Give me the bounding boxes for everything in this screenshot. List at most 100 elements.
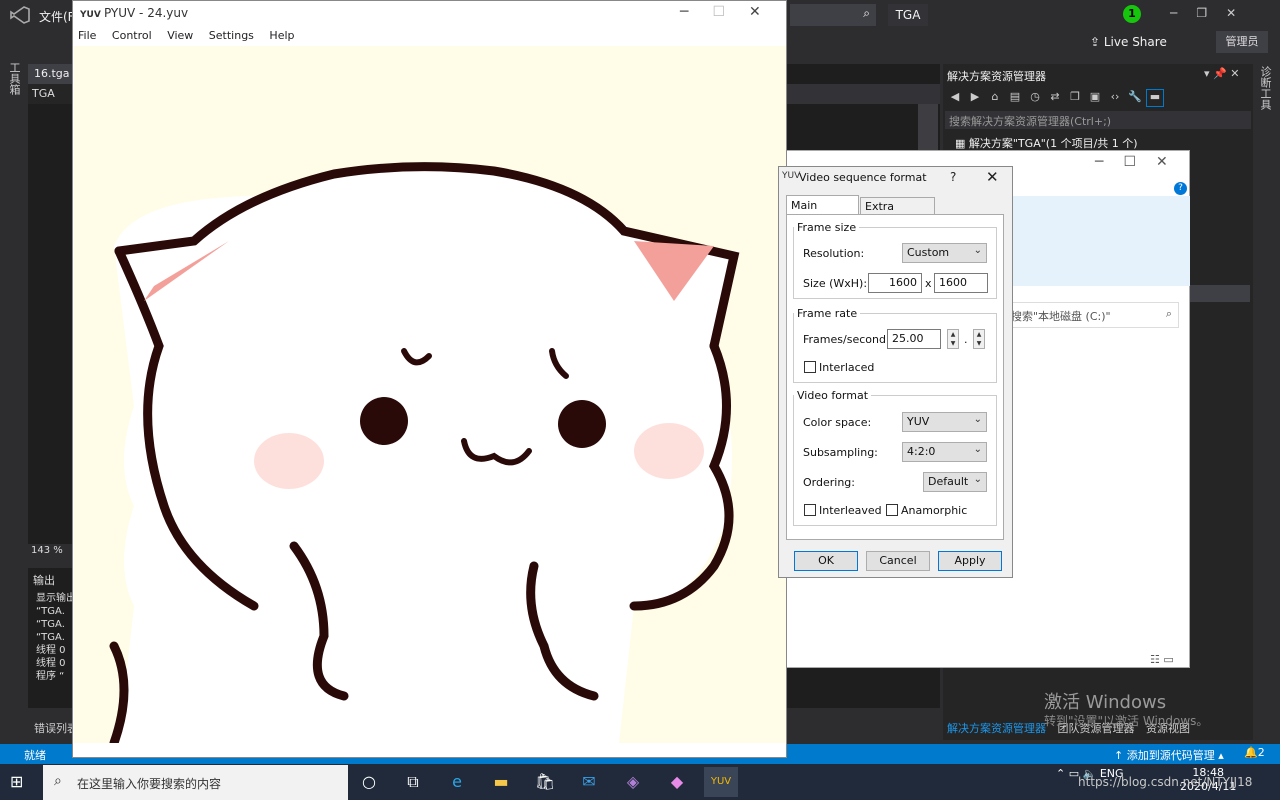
close-icon[interactable]: ✕: [1226, 6, 1236, 20]
resolution-label: Resolution:: [803, 247, 865, 260]
width-input[interactable]: 1600: [868, 273, 922, 293]
forward-icon[interactable]: ▶: [966, 90, 984, 108]
frame-rate-legend: Frame rate: [797, 307, 858, 320]
paint-3d-icon[interactable]: ◆: [660, 767, 694, 797]
fps-input[interactable]: 25.00: [887, 329, 941, 349]
cancel-button[interactable]: Cancel: [866, 551, 930, 571]
search-icon: ⌕: [54, 773, 62, 789]
yuv-player-icon[interactable]: YUV: [704, 767, 738, 797]
task-view-icon[interactable]: ⧉: [396, 767, 430, 797]
live-share-button[interactable]: ⇪ Live Share: [1090, 35, 1167, 49]
size-separator: x: [925, 277, 932, 290]
output-line: “TGA.: [36, 619, 65, 630]
height-input[interactable]: 1600: [934, 273, 988, 293]
color-space-select[interactable]: YUV ⌄: [902, 412, 987, 432]
dialog-help-button[interactable]: ?: [950, 170, 956, 184]
output-line: “TGA.: [36, 606, 65, 617]
menu-view[interactable]: View: [167, 29, 193, 42]
tiles-view-icon[interactable]: ▭: [1163, 653, 1173, 666]
interleaved-checkbox[interactable]: [804, 504, 816, 516]
history-icon[interactable]: ◷: [1026, 90, 1044, 108]
edge-icon[interactable]: e: [440, 767, 474, 797]
explorer-view-toggle: ☷ ▭: [1150, 653, 1174, 666]
home-icon[interactable]: ⌂: [986, 90, 1004, 108]
file-explorer-icon[interactable]: ▬: [484, 767, 518, 797]
interlaced-label: Interlaced: [819, 361, 875, 374]
solution-search-input[interactable]: 搜索解决方案资源管理器(Ctrl+;): [945, 111, 1251, 129]
pin-icon[interactable]: 📌: [1213, 67, 1227, 80]
resolution-select[interactable]: Custom ⌄: [902, 243, 987, 263]
output-line: 线程 0: [36, 658, 66, 669]
sync-icon[interactable]: ⇄: [1046, 90, 1064, 108]
subsampling-select[interactable]: 4:2:0 ⌄: [902, 442, 987, 462]
back-icon[interactable]: ◀: [946, 90, 964, 108]
menu-settings[interactable]: Settings: [209, 29, 254, 42]
zoom-level[interactable]: 143 %: [28, 545, 72, 561]
document-subtab[interactable]: TGA: [28, 84, 76, 104]
status-notifications[interactable]: 🔔2: [1244, 746, 1265, 759]
details-view-icon[interactable]: ☷: [1150, 653, 1160, 666]
code-icon[interactable]: ‹›: [1106, 90, 1124, 108]
solution-root-item[interactable]: ▦ 解决方案"TGA"(1 个项目/共 1 个): [955, 135, 1138, 151]
document-tab[interactable]: 16.tga: [28, 64, 76, 84]
ordering-select[interactable]: Default ⌄: [923, 472, 987, 492]
apply-button[interactable]: Apply: [938, 551, 1002, 571]
fps-spinner[interactable]: ▲ ▼: [947, 329, 959, 349]
close-icon[interactable]: ✕: [1156, 154, 1188, 170]
fps-label: Frames/second:: [803, 333, 890, 346]
close-icon[interactable]: ✕: [1230, 67, 1239, 80]
video-frame-canvas[interactable]: [74, 46, 786, 743]
chevron-up-icon[interactable]: ⌃: [1056, 767, 1065, 780]
interlaced-checkbox[interactable]: [804, 361, 816, 373]
show-all-icon[interactable]: ▣: [1086, 90, 1104, 108]
pyuv-title: YUV PYUV - 24.yuv: [80, 6, 188, 20]
store-icon[interactable]: 🛍: [528, 767, 562, 797]
diagnostic-tools-tab[interactable]: 诊断工具: [1259, 66, 1273, 110]
taskbar-search-input[interactable]: 在这里输入你要搜索的内容: [43, 765, 348, 800]
pyuv-title-text: PYUV - 24.yuv: [103, 6, 189, 20]
minimize-icon[interactable]: ─: [1170, 6, 1177, 20]
maximize-icon[interactable]: ☐: [1123, 154, 1156, 170]
collapse-icon[interactable]: ❐: [1066, 90, 1084, 108]
minimize-icon[interactable]: ─: [1095, 154, 1123, 170]
pyuv-menubar: File Control View Settings Help: [78, 29, 307, 42]
toolbox-tab[interactable]: 工具箱: [8, 62, 22, 95]
admin-badge[interactable]: 管理员: [1216, 31, 1268, 53]
menu-help[interactable]: Help: [269, 29, 294, 42]
menu-file[interactable]: File: [78, 29, 96, 42]
restore-icon[interactable]: ❐: [1196, 6, 1207, 20]
windows-start-icon[interactable]: ⊞: [10, 772, 30, 792]
tab-main-settings[interactable]: Main settings: [786, 195, 859, 225]
chevron-down-icon: ⌄: [973, 474, 982, 485]
interleaved-label: Interleaved: [819, 504, 882, 517]
cortana-icon[interactable]: ○: [352, 767, 386, 797]
upload-icon: ↑: [1114, 749, 1127, 762]
properties-icon[interactable]: 🔧: [1126, 90, 1144, 108]
tab-solution-explorer[interactable]: 解决方案资源管理器: [947, 722, 1046, 735]
mail-icon[interactable]: ✉: [572, 767, 606, 797]
help-icon[interactable]: ?: [1174, 182, 1187, 195]
notification-badge[interactable]: 1: [1123, 5, 1141, 23]
dropdown-icon[interactable]: ▾: [1204, 67, 1210, 80]
solution-root-label: 解决方案"TGA"(1 个项目/共 1 个): [968, 137, 1138, 150]
menu-control[interactable]: Control: [112, 29, 152, 42]
vs-file-menu[interactable]: 文件(F: [39, 8, 75, 25]
close-icon[interactable]: ✕: [749, 4, 785, 20]
vs-search-box[interactable]: ⌕: [790, 4, 876, 26]
chevron-down-icon: ⌄: [973, 245, 982, 256]
panel-controls: ▾ 📌 ✕: [1204, 67, 1239, 80]
source-control-label: 添加到源代码管理: [1126, 749, 1215, 762]
add-to-source-control[interactable]: ↑ 添加到源代码管理 ▴: [1114, 747, 1224, 763]
tab-extra-settings[interactable]: Extra settings: [860, 197, 935, 226]
dialog-close-icon[interactable]: ✕: [986, 168, 999, 186]
visual-studio-icon[interactable]: ◈: [616, 767, 650, 797]
anamorphic-checkbox[interactable]: [886, 504, 898, 516]
explorer-search-input[interactable]: 搜索"本地磁盘 (C:)" ⌕: [1006, 302, 1179, 328]
ok-button[interactable]: OK: [794, 551, 858, 571]
explorer-window-controls: ─☐✕: [1095, 154, 1188, 170]
preview-icon[interactable]: ▬: [1146, 89, 1164, 107]
minimize-icon[interactable]: ─: [680, 4, 712, 20]
fps-decimal-spinner[interactable]: ▲ ▼: [973, 329, 985, 349]
solution-explorer-title: 解决方案资源管理器: [947, 70, 1046, 83]
switch-view-icon[interactable]: ▤: [1006, 90, 1024, 108]
